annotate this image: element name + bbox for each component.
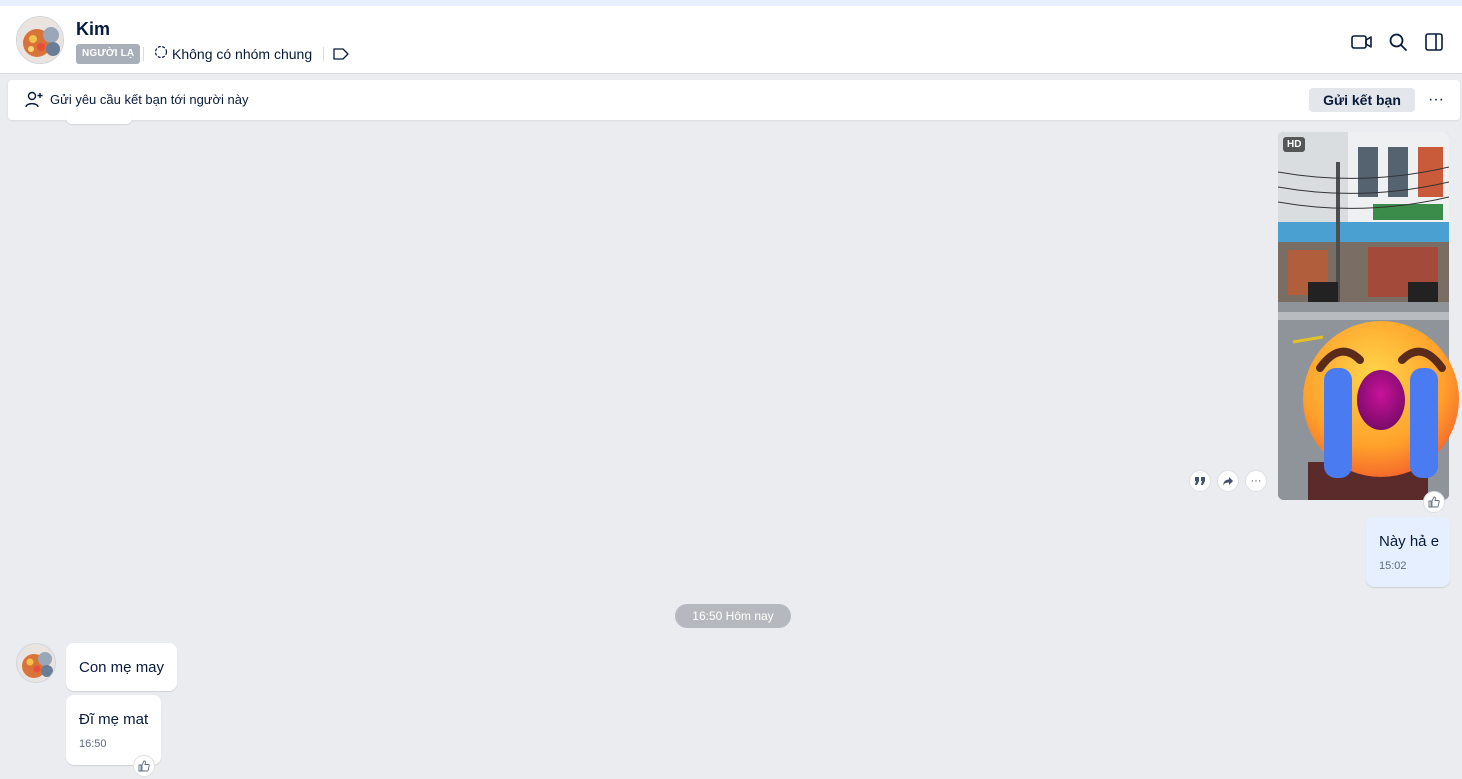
friend-request-bar: Gửi yêu cầu kết bạn tới người này Gửi kế… bbox=[8, 80, 1460, 120]
search-icon[interactable] bbox=[1386, 30, 1410, 54]
previous-message-bubble bbox=[66, 112, 132, 124]
chat-header: Kim NGƯỜI LẠ Không có nhóm chung bbox=[0, 6, 1462, 74]
friend-request-text: Gửi yêu cầu kết bạn tới người này bbox=[50, 92, 249, 107]
common-groups-text: Không có nhóm chung bbox=[172, 45, 313, 62]
message-text: Này hả e bbox=[1379, 533, 1440, 550]
contact-name[interactable]: Kim bbox=[76, 19, 110, 40]
message-text: Con mẹ may bbox=[79, 659, 165, 676]
send-friend-request-button[interactable]: Gửi kết bạn bbox=[1309, 88, 1415, 112]
add-friend-icon bbox=[24, 90, 44, 115]
message-text: Đĩ mẹ mat bbox=[79, 711, 149, 728]
quote-icon[interactable] bbox=[1189, 470, 1211, 492]
header-divider bbox=[143, 47, 144, 61]
groups-icon bbox=[154, 45, 168, 62]
received-message-bubble[interactable]: Con mẹ may bbox=[66, 643, 177, 691]
common-groups[interactable]: Không có nhóm chung bbox=[154, 45, 312, 62]
forward-icon[interactable] bbox=[1217, 470, 1239, 492]
stranger-badge: NGƯỜI LẠ bbox=[76, 44, 141, 64]
like-reaction-icon[interactable] bbox=[133, 755, 155, 777]
more-options-icon[interactable]: ··· bbox=[1426, 88, 1446, 112]
sidebar-toggle-icon[interactable] bbox=[1422, 30, 1446, 54]
message-time: 16:50 bbox=[79, 738, 107, 750]
sent-message-bubble[interactable]: Này hả e 15:02 bbox=[1366, 517, 1450, 587]
like-reaction-icon[interactable] bbox=[1423, 491, 1445, 513]
more-icon[interactable]: ··· bbox=[1245, 470, 1267, 492]
video-call-icon[interactable] bbox=[1350, 30, 1374, 54]
hd-badge: HD bbox=[1283, 137, 1306, 152]
sender-avatar[interactable] bbox=[16, 643, 56, 683]
crying-emoji-sticker bbox=[1302, 320, 1460, 483]
header-divider bbox=[323, 47, 324, 61]
date-separator: 16:50 Hôm nay bbox=[675, 604, 791, 628]
message-time: 15:02 bbox=[1379, 560, 1407, 572]
contact-avatar[interactable] bbox=[16, 16, 64, 64]
tag-icon[interactable] bbox=[332, 47, 350, 66]
